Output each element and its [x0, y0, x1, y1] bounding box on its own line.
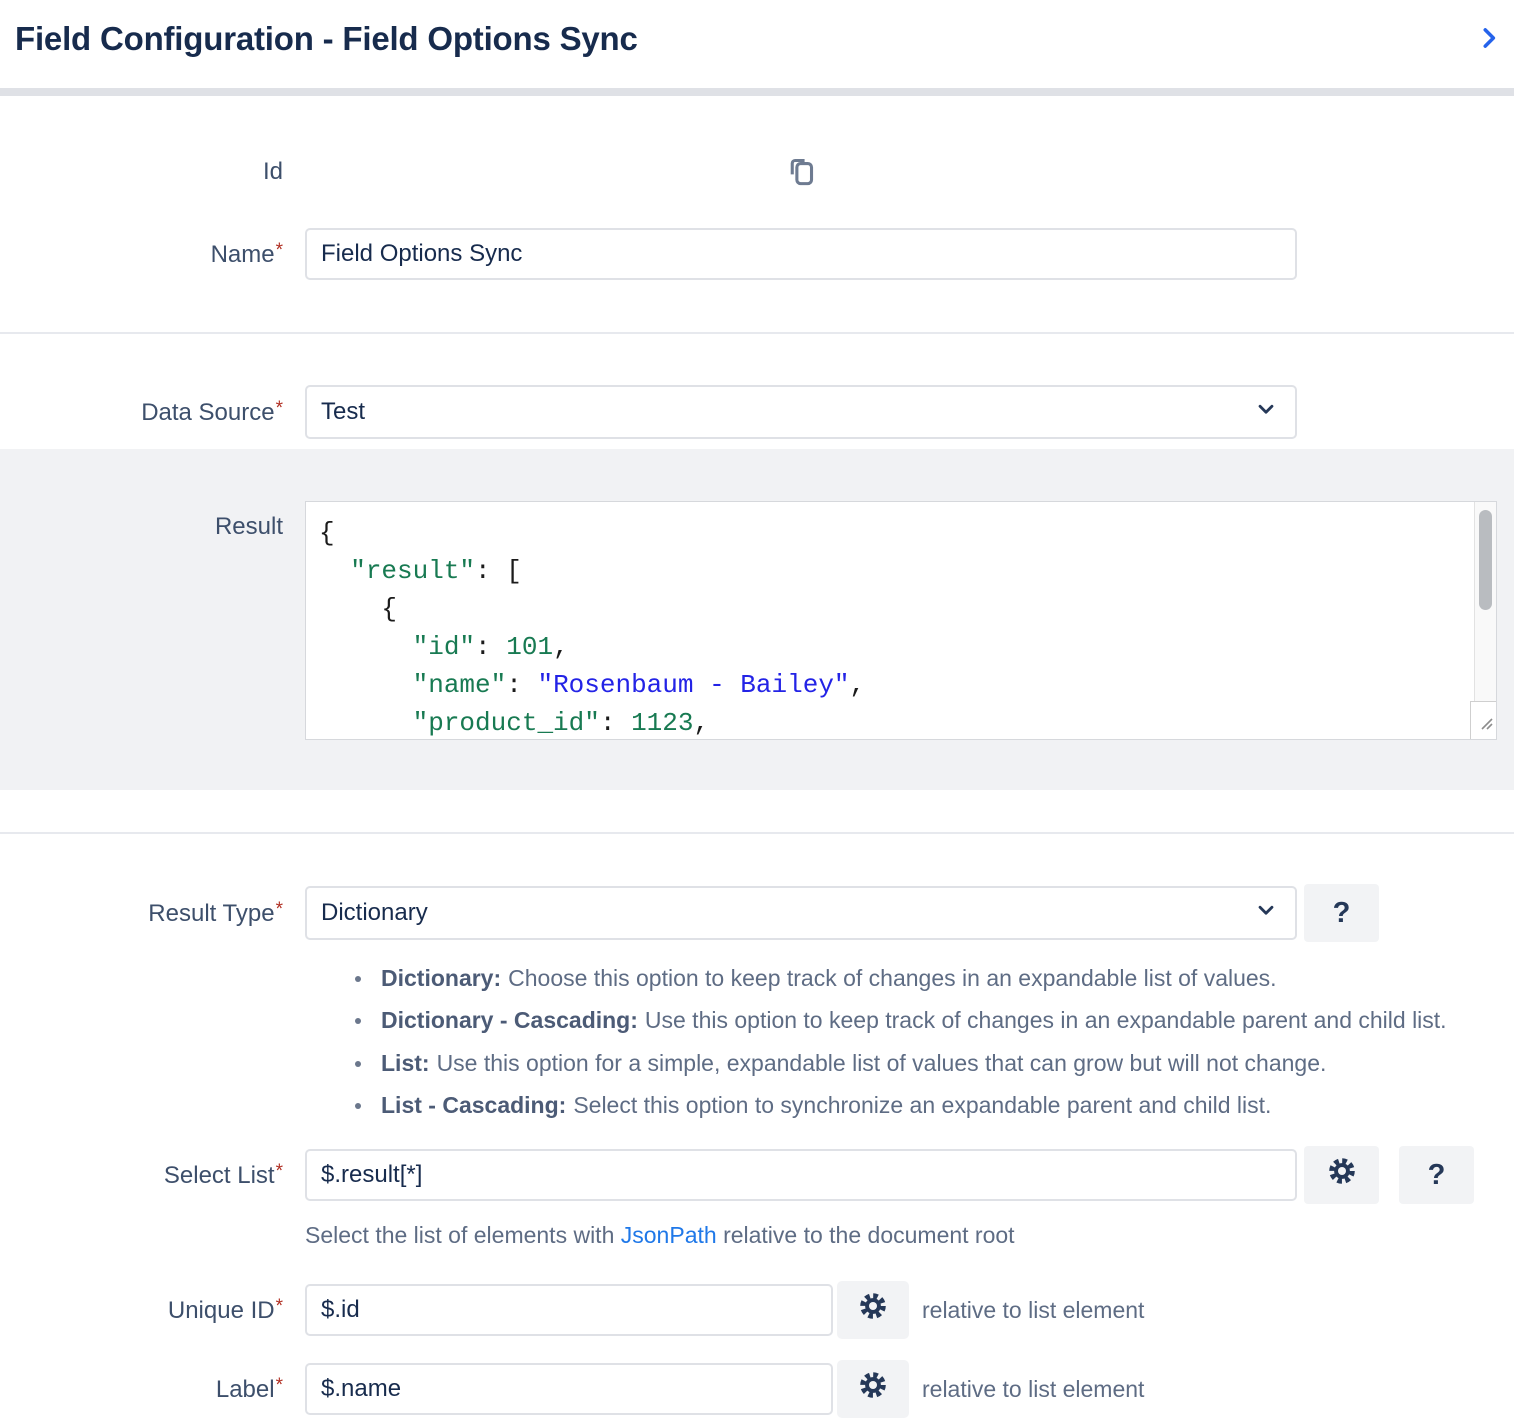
- header-divider: [0, 88, 1514, 96]
- result-section: Result { "result": [ { "id": 101, "name"…: [0, 449, 1514, 790]
- data-source-label: Data Source*: [0, 398, 283, 427]
- option-term: Dictionary - Cascading:: [381, 1008, 638, 1033]
- name-input[interactable]: [305, 228, 1297, 280]
- chevron-down-icon: [1253, 396, 1279, 429]
- copy-icon: [783, 152, 820, 192]
- result-type-select[interactable]: Dictionary: [305, 886, 1297, 940]
- section-divider: [0, 332, 1514, 334]
- required-asterisk: *: [276, 899, 283, 920]
- select-list-help-button[interactable]: ?: [1399, 1146, 1474, 1204]
- select-list-input[interactable]: [305, 1149, 1297, 1201]
- select-list-label: Select List*: [0, 1161, 283, 1190]
- gear-icon: [857, 1369, 889, 1409]
- required-asterisk: *: [276, 240, 283, 261]
- result-code: { "result": [ { "id": 101, "name": "Rose…: [306, 502, 1496, 740]
- required-asterisk: *: [276, 1296, 283, 1317]
- gear-icon: [1326, 1155, 1358, 1195]
- result-scrollbar-thumb[interactable]: [1479, 510, 1492, 610]
- unique-id-label: Unique ID*: [0, 1296, 283, 1325]
- list-item: List: Use this option for a simple, expan…: [355, 1051, 1514, 1076]
- result-row: Result { "result": [ { "id": 101, "name"…: [0, 501, 1514, 740]
- label-settings-button[interactable]: [837, 1360, 909, 1418]
- unique-id-row: Unique ID* relative to list element: [0, 1281, 1514, 1339]
- result-type-row: Result Type* Dictionary ?: [0, 884, 1514, 942]
- result-scrollbar-track[interactable]: [1474, 502, 1496, 701]
- label-row: Label* relative to list element: [0, 1360, 1514, 1418]
- question-mark-icon: ?: [1428, 1159, 1446, 1192]
- collapse-panel-button[interactable]: [1474, 23, 1504, 56]
- id-row: Id: [0, 152, 1514, 192]
- panel-header: Field Configuration - Field Options Sync: [0, 0, 1514, 88]
- name-row: Name*: [0, 228, 1514, 280]
- result-type-help-button[interactable]: ?: [1304, 884, 1379, 942]
- jsonpath-link[interactable]: JsonPath: [621, 1222, 717, 1248]
- option-term: Dictionary:: [381, 966, 501, 991]
- section-divider: [0, 832, 1514, 834]
- gear-icon: [857, 1290, 889, 1330]
- id-label: Id: [0, 158, 283, 186]
- option-desc: Use this option for a simple, expandable…: [437, 1051, 1327, 1076]
- result-label: Result: [0, 501, 283, 541]
- result-textarea[interactable]: { "result": [ { "id": 101, "name": "Rose…: [305, 501, 1497, 740]
- chevron-down-icon: [1253, 897, 1279, 930]
- unique-id-settings-button[interactable]: [837, 1281, 909, 1339]
- question-mark-icon: ?: [1333, 897, 1351, 930]
- field-configuration-panel: Field Configuration - Field Options Sync…: [0, 0, 1514, 1428]
- list-item: Dictionary - Cascading: Use this option t…: [355, 1008, 1514, 1033]
- required-asterisk: *: [276, 398, 283, 419]
- required-asterisk: *: [276, 1375, 283, 1396]
- option-desc: Choose this option to keep track of chan…: [508, 966, 1276, 991]
- option-term: List:: [381, 1051, 430, 1076]
- copy-id-button[interactable]: [783, 152, 820, 192]
- option-desc: Use this option to keep track of changes…: [645, 1008, 1447, 1033]
- resize-grip-icon: [1478, 715, 1493, 735]
- page-title: Field Configuration - Field Options Sync: [15, 20, 638, 58]
- name-label: Name*: [0, 240, 283, 269]
- chevron-right-icon: [1474, 23, 1504, 56]
- list-item: Dictionary: Choose this option to keep tr…: [355, 966, 1514, 991]
- option-term: List - Cascading:: [381, 1093, 566, 1118]
- label-input[interactable]: [305, 1363, 833, 1415]
- data-source-selected-value: Test: [321, 398, 365, 426]
- select-list-settings-button[interactable]: [1304, 1146, 1379, 1204]
- required-asterisk: *: [276, 1161, 283, 1182]
- list-item: List - Cascading: Select this option to s…: [355, 1093, 1514, 1118]
- unique-id-input[interactable]: [305, 1284, 833, 1336]
- result-type-label: Result Type*: [0, 899, 283, 928]
- relative-note: relative to list element: [922, 1297, 1144, 1324]
- result-type-options-list: Dictionary: Choose this option to keep tr…: [355, 966, 1514, 1118]
- select-list-row: Select List* ?: [0, 1146, 1514, 1204]
- data-source-row: Data Source* Test: [0, 385, 1514, 439]
- option-desc: Select this option to synchronize an exp…: [573, 1093, 1271, 1118]
- textarea-resize-handle[interactable]: [1470, 701, 1496, 739]
- jsonpath-hint: Select the list of elements with JsonPat…: [305, 1222, 1514, 1249]
- label-field-label: Label*: [0, 1375, 283, 1404]
- data-source-select[interactable]: Test: [305, 385, 1297, 439]
- result-type-selected-value: Dictionary: [321, 899, 428, 927]
- relative-note: relative to list element: [922, 1376, 1144, 1403]
